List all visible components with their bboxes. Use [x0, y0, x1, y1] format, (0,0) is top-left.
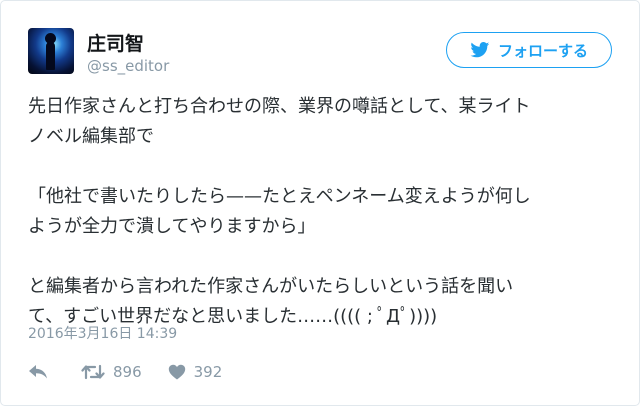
follow-button-label: フォローする	[497, 41, 588, 60]
reply-icon	[28, 364, 48, 380]
tweet-line: ノベル編集部で	[28, 126, 154, 147]
avatar[interactable]	[28, 28, 74, 74]
retweet-button[interactable]: 896	[81, 363, 142, 381]
like-button[interactable]: 392	[168, 363, 223, 381]
heart-icon	[168, 364, 186, 380]
bird-icon	[470, 42, 490, 58]
retweet-icon	[81, 364, 105, 380]
tweet-line: と編集者から言われた作家さんがいたらしいという話を聞い	[28, 276, 514, 297]
retweet-count: 896	[113, 363, 142, 381]
reply-button[interactable]	[28, 364, 48, 380]
tweet-actions: 896 392	[28, 361, 222, 383]
tweet-timestamp[interactable]: 2016年3月16日 14:39	[28, 323, 177, 343]
tweet-text: 先日作家さんと打ち合わせの際、業界の噂話として、某ライト ノベル編集部で 「他社…	[28, 92, 618, 332]
tweet-line: 「他社で書いたりしたら——たとえペンネーム変えようが何し	[28, 186, 531, 207]
tweet-line: 先日作家さんと打ち合わせの際、業界の噂話として、某ライト	[28, 96, 531, 117]
tweet-line: ようが全力で潰してやりますから」	[28, 216, 316, 237]
user-name[interactable]: 庄司智	[87, 29, 144, 56]
follow-button[interactable]: フォローする	[446, 32, 612, 68]
like-count: 392	[193, 363, 223, 381]
user-handle[interactable]: @ss_editor	[87, 57, 169, 75]
tweet-card: 庄司智 @ss_editor フォローする 先日作家さんと打ち合わせの際、業界の…	[0, 0, 640, 406]
